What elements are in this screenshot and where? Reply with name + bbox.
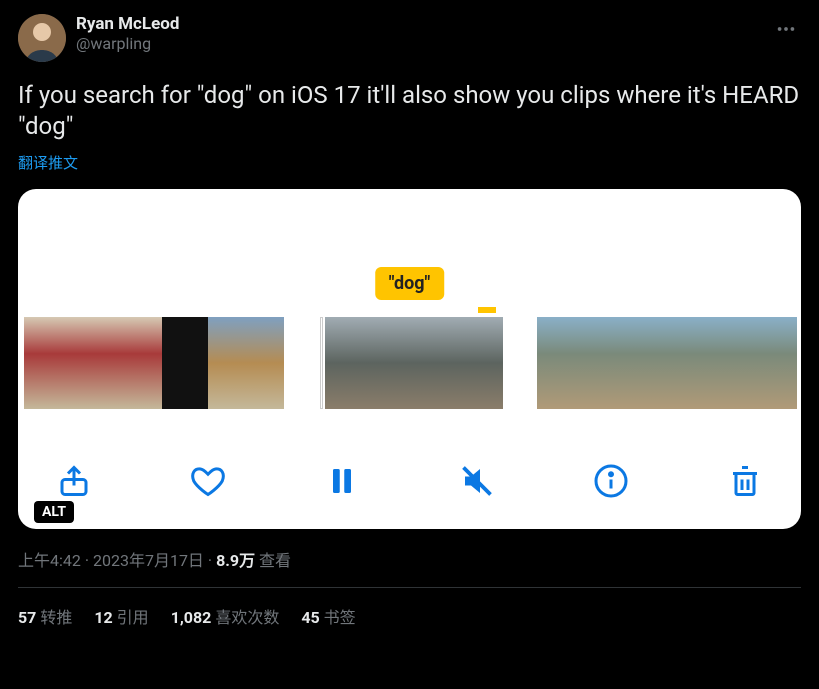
tweet-text: If you search for "dog" on iOS 17 it'll … xyxy=(18,80,801,142)
stat-retweets[interactable]: 57 转推 xyxy=(18,604,72,628)
clip-group[interactable] xyxy=(537,317,797,409)
stat-bookmarks[interactable]: 45 书签 xyxy=(301,604,355,628)
clip-group[interactable] xyxy=(318,317,503,409)
tweet-time[interactable]: 上午4:42 xyxy=(18,551,81,570)
caption-marker xyxy=(478,307,496,313)
views-label: 查看 xyxy=(255,551,291,570)
more-button[interactable] xyxy=(771,14,801,48)
views-count[interactable]: 8.9万 xyxy=(216,551,255,570)
thumbnail[interactable] xyxy=(463,317,503,409)
thumbnail[interactable] xyxy=(325,317,371,409)
alt-badge[interactable]: ALT xyxy=(34,501,74,523)
thumbnail[interactable] xyxy=(675,317,721,409)
thumbnail[interactable] xyxy=(162,317,208,409)
thumbnail[interactable] xyxy=(208,317,254,409)
info-icon[interactable] xyxy=(593,463,629,499)
thumbnail[interactable] xyxy=(24,317,70,409)
avatar[interactable] xyxy=(18,14,66,62)
thumbnail[interactable] xyxy=(417,317,463,409)
stat-quotes[interactable]: 12 引用 xyxy=(94,604,148,628)
user-handle[interactable]: @warpling xyxy=(76,34,771,53)
author-block: Ryan McLeod @warpling xyxy=(76,14,771,53)
mute-icon[interactable] xyxy=(459,463,495,499)
share-icon[interactable] xyxy=(56,463,92,499)
stat-likes[interactable]: 1,082 喜欢次数 xyxy=(171,604,280,628)
thumbnail[interactable] xyxy=(583,317,629,409)
clip-group[interactable] xyxy=(24,317,284,409)
thumbnail[interactable] xyxy=(629,317,675,409)
caption-bubble: "dog" xyxy=(375,267,445,300)
display-name[interactable]: Ryan McLeod xyxy=(76,14,771,34)
video-timeline[interactable] xyxy=(18,317,801,409)
translate-link[interactable]: 翻译推文 xyxy=(18,152,801,173)
heart-icon[interactable] xyxy=(190,463,226,499)
media-toolbar xyxy=(18,463,801,499)
tweet-container: Ryan McLeod @warpling If you search for … xyxy=(0,0,819,640)
thumbnail[interactable] xyxy=(537,317,583,409)
thumbnail[interactable] xyxy=(116,317,162,409)
tweet-meta: 上午4:42 · 2023年7月17日 · 8.9万 查看 xyxy=(18,547,801,571)
thumbnail[interactable] xyxy=(254,317,284,409)
tweet-stats: 57 转推 12 引用 1,082 喜欢次数 45 书签 xyxy=(18,588,801,628)
trash-icon[interactable] xyxy=(727,463,763,499)
thumbnail[interactable] xyxy=(371,317,417,409)
media-attachment[interactable]: "dog" xyxy=(18,189,801,529)
tweet-date[interactable]: 2023年7月17日 xyxy=(93,551,204,570)
pause-icon[interactable] xyxy=(324,463,360,499)
thumbnail[interactable] xyxy=(721,317,767,409)
thumbnail[interactable] xyxy=(70,317,116,409)
thumbnail[interactable] xyxy=(767,317,797,409)
playhead[interactable] xyxy=(320,317,323,409)
tweet-header: Ryan McLeod @warpling xyxy=(18,14,801,62)
